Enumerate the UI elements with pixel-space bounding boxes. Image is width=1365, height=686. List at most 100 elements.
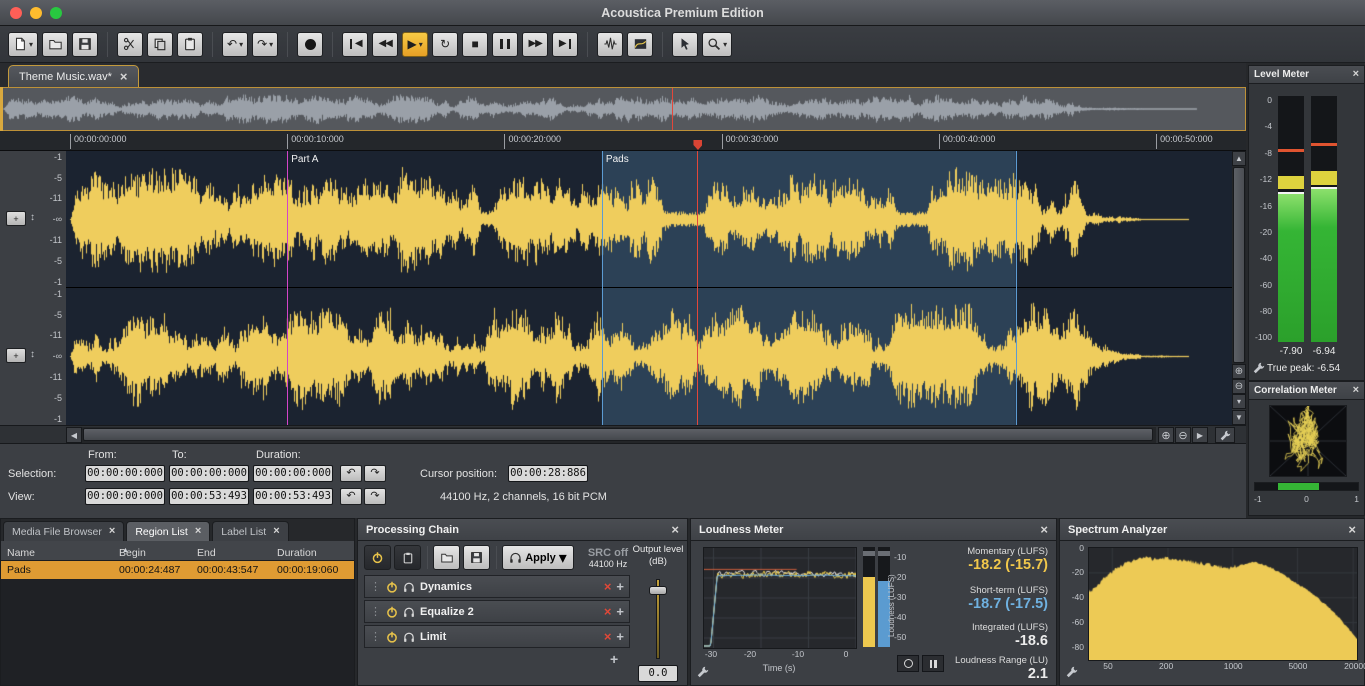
chevron-down-icon: ▾ [29, 40, 33, 49]
scroll-up-button[interactable]: ▲ [1232, 151, 1246, 166]
close-panel-icon[interactable]: × [1348, 523, 1356, 536]
selection-duration-field[interactable]: 00:00:00:000 [253, 465, 333, 482]
drag-handle-icon[interactable]: ⋮ [370, 580, 381, 593]
x-tick-label: -20 [738, 649, 762, 659]
rewind-button[interactable]: ◀◀ [372, 32, 398, 57]
close-tab-icon[interactable]: × [120, 70, 128, 83]
vertical-zoom-in-button[interactable]: ⊕ [1232, 364, 1246, 379]
cut-button[interactable] [117, 32, 143, 57]
open-file-button[interactable] [42, 32, 68, 57]
tab-label-list[interactable]: Label List× [212, 521, 288, 541]
vertical-zoom-out-button[interactable]: ⊖ [1232, 379, 1246, 394]
vertical-scroll-track[interactable] [1232, 166, 1246, 364]
drag-handle-icon[interactable]: ⋮ [370, 605, 381, 618]
close-tab-icon[interactable]: × [109, 526, 115, 537]
fast-forward-button[interactable]: ▶▶ [522, 32, 548, 57]
selection-from-field[interactable]: 00:00:00:000 [85, 465, 165, 482]
zoom-tool-button[interactable]: ▾ [702, 32, 732, 57]
close-tab-icon[interactable]: × [195, 526, 201, 537]
output-level-field[interactable]: 0.0 [638, 665, 678, 682]
new-file-button[interactable]: ▾ [8, 32, 38, 57]
wrench-icon [1253, 362, 1265, 374]
spectral-view-button[interactable] [627, 32, 653, 57]
tab-media-file-browser[interactable]: Media File Browser× [3, 521, 124, 541]
view-undo-button[interactable]: ↶ [340, 488, 362, 505]
chain-power-button[interactable] [364, 545, 391, 570]
selection-redo-button[interactable]: ↷ [364, 465, 386, 482]
zoom-in-button[interactable]: ⊕ [1158, 427, 1174, 443]
close-panel-icon[interactable]: × [671, 523, 679, 536]
pause-icon [930, 660, 933, 668]
go-to-start-button[interactable]: ◀ [342, 32, 368, 57]
save-chain-button[interactable] [463, 545, 490, 570]
loudness-settings-button[interactable] [697, 665, 709, 683]
close-panel-icon[interactable]: × [1040, 523, 1048, 536]
remove-effect-icon[interactable]: × [604, 579, 612, 594]
close-panel-icon[interactable]: × [1353, 69, 1359, 80]
table-row-pads[interactable]: Pads 00:00:24:487 00:00:43:547 00:00:19:… [1, 561, 354, 579]
paste-button[interactable] [177, 32, 203, 57]
remove-effect-icon[interactable]: × [604, 604, 612, 619]
loop-playback-button[interactable]: ↻ [432, 32, 458, 57]
vertical-zoom-menu-button[interactable]: ▾ [1232, 394, 1246, 409]
scroll-left-button[interactable]: ◀ [66, 427, 82, 443]
selection-left-edge[interactable] [602, 151, 603, 425]
save-file-button[interactable] [72, 32, 98, 57]
horizontal-scroll-track[interactable] [82, 427, 1156, 443]
chain-item-limit[interactable]: ⋮ Limit × + [364, 625, 630, 648]
load-chain-button[interactable] [433, 545, 460, 570]
scroll-down-button[interactable]: ▼ [1232, 410, 1246, 425]
view-duration-field[interactable]: 00:00:53:493 [253, 488, 333, 505]
slider-thumb[interactable] [649, 586, 667, 595]
record-button[interactable] [297, 32, 323, 57]
append-effect-button[interactable]: + [610, 651, 618, 667]
view-from-field[interactable]: 00:00:00:000 [85, 488, 165, 505]
undo-button[interactable]: ↶▾ [222, 32, 248, 57]
playback-cursor-handle[interactable] [693, 140, 702, 150]
scroll-right-button[interactable]: ▶ [1192, 427, 1208, 443]
waveform-canvas-right-channel[interactable] [66, 288, 1232, 425]
copy-button[interactable] [147, 32, 173, 57]
reset-loudness-button[interactable] [897, 655, 919, 672]
stop-button[interactable]: ■ [462, 32, 488, 57]
view-redo-button[interactable]: ↷ [364, 488, 386, 505]
time-ruler[interactable]: 00:00:00:00000:00:10:00000:00:20:00000:0… [0, 131, 1246, 151]
selection-right-edge[interactable] [1016, 151, 1017, 425]
selection-to-field[interactable]: 00:00:00:000 [169, 465, 249, 482]
drag-handle-icon[interactable]: ⋮ [370, 630, 381, 643]
pause-button[interactable] [492, 32, 518, 57]
pause-loudness-button[interactable] [922, 655, 944, 672]
file-overview-strip[interactable] [0, 87, 1246, 131]
tab-region-list[interactable]: Region List× [126, 521, 210, 541]
spectrum-settings-button[interactable] [1066, 665, 1078, 683]
chain-item-equalize[interactable]: ⋮ Equalize 2 × + [364, 600, 630, 623]
zoom-out-button[interactable]: ⊖ [1175, 427, 1191, 443]
close-panel-icon[interactable]: × [1353, 385, 1359, 396]
level-meter-settings-button[interactable] [1253, 362, 1265, 374]
add-effect-icon[interactable]: + [616, 579, 624, 594]
view-to-field[interactable]: 00:00:53:493 [169, 488, 249, 505]
bar-icon [350, 39, 352, 49]
vertical-scroll-thumb[interactable] [1233, 167, 1245, 363]
apply-chain-button[interactable]: Apply ▾ [502, 545, 574, 570]
cursor-position-field[interactable]: 00:00:28:886 [508, 465, 588, 482]
editor-settings-button[interactable] [1215, 427, 1235, 443]
horizontal-scroll-thumb[interactable] [83, 428, 1153, 441]
output-level-slider[interactable] [648, 579, 668, 659]
add-effect-icon[interactable]: + [616, 629, 624, 644]
selection-undo-button[interactable]: ↶ [340, 465, 362, 482]
document-tab-theme-music[interactable]: Theme Music.wav* × [8, 65, 139, 87]
play-button[interactable]: ▶▾ [402, 32, 428, 57]
add-effect-icon[interactable]: + [616, 604, 624, 619]
waveform-view-button[interactable] [597, 32, 623, 57]
remove-effect-icon[interactable]: × [604, 629, 612, 644]
chain-clipboard-button[interactable] [394, 545, 421, 570]
go-to-end-button[interactable]: ▶ [552, 32, 578, 57]
chain-item-dynamics[interactable]: ⋮ Dynamics × + [364, 575, 630, 598]
redo-button[interactable]: ↷▾ [252, 32, 278, 57]
waveform-canvas-left-channel[interactable] [66, 151, 1232, 288]
marker-line-part-a[interactable] [287, 151, 288, 425]
overview-waveform-canvas[interactable] [1, 88, 1245, 130]
close-tab-icon[interactable]: × [273, 526, 279, 537]
selection-tool-button[interactable] [672, 32, 698, 57]
